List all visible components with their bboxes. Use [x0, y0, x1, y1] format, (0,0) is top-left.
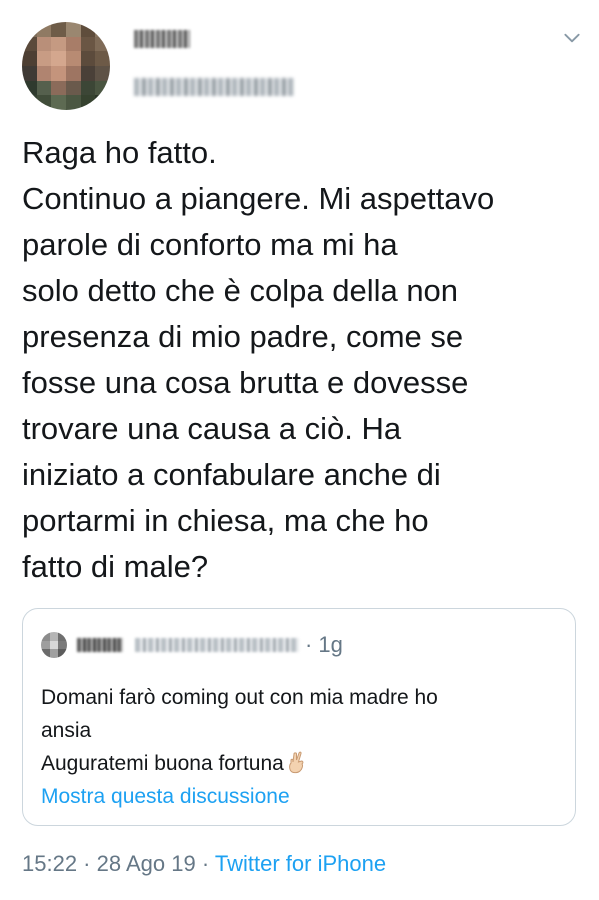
author-block[interactable] [134, 30, 294, 96]
author-name-blurred [134, 30, 190, 48]
quoted-time: 1g [318, 632, 343, 657]
author-handle-blurred [134, 78, 294, 96]
quoted-separator: · [305, 632, 313, 657]
chevron-down-icon[interactable] [562, 28, 582, 48]
quoted-line-3: Auguratemi buona fortuna [41, 752, 284, 775]
tweet-source-link[interactable]: Twitter for iPhone [215, 851, 386, 876]
meta-separator-2: · [195, 851, 215, 876]
quoted-line-3-wrapper: Auguratemi buona fortuna [41, 747, 541, 780]
tweet-time: 15:22 [22, 851, 78, 876]
crossed-fingers-icon [288, 751, 304, 774]
quoted-line-2: ansia [41, 719, 92, 742]
meta-separator-1: · [77, 851, 97, 876]
tweet: Raga ho fatto. Continuo a piangere. Mi a… [0, 0, 599, 900]
tweet-meta: 15:22 · 28 Ago 19 · Twitter for iPhone [22, 851, 386, 877]
show-thread-link[interactable]: Mostra questa discussione [41, 785, 290, 809]
quoted-line-1: Domani farò coming out con mia madre ho [41, 686, 438, 709]
quoted-author-name-blurred [77, 638, 123, 652]
quoted-author-handle-blurred [135, 638, 299, 652]
tweet-date: 28 Ago 19 [96, 851, 196, 876]
tweet-text: Raga ho fatto. Continuo a piangere. Mi a… [22, 135, 495, 584]
quoted-tweet-header: · 1g [41, 631, 343, 659]
avatar[interactable] [22, 22, 110, 110]
tweet-header [22, 14, 582, 110]
quoted-avatar [41, 632, 67, 658]
quoted-tweet-text: Domani farò coming out con mia madre ho … [41, 681, 541, 780]
quoted-tweet-card[interactable]: · 1g Domani farò coming out con mia madr… [22, 608, 576, 826]
